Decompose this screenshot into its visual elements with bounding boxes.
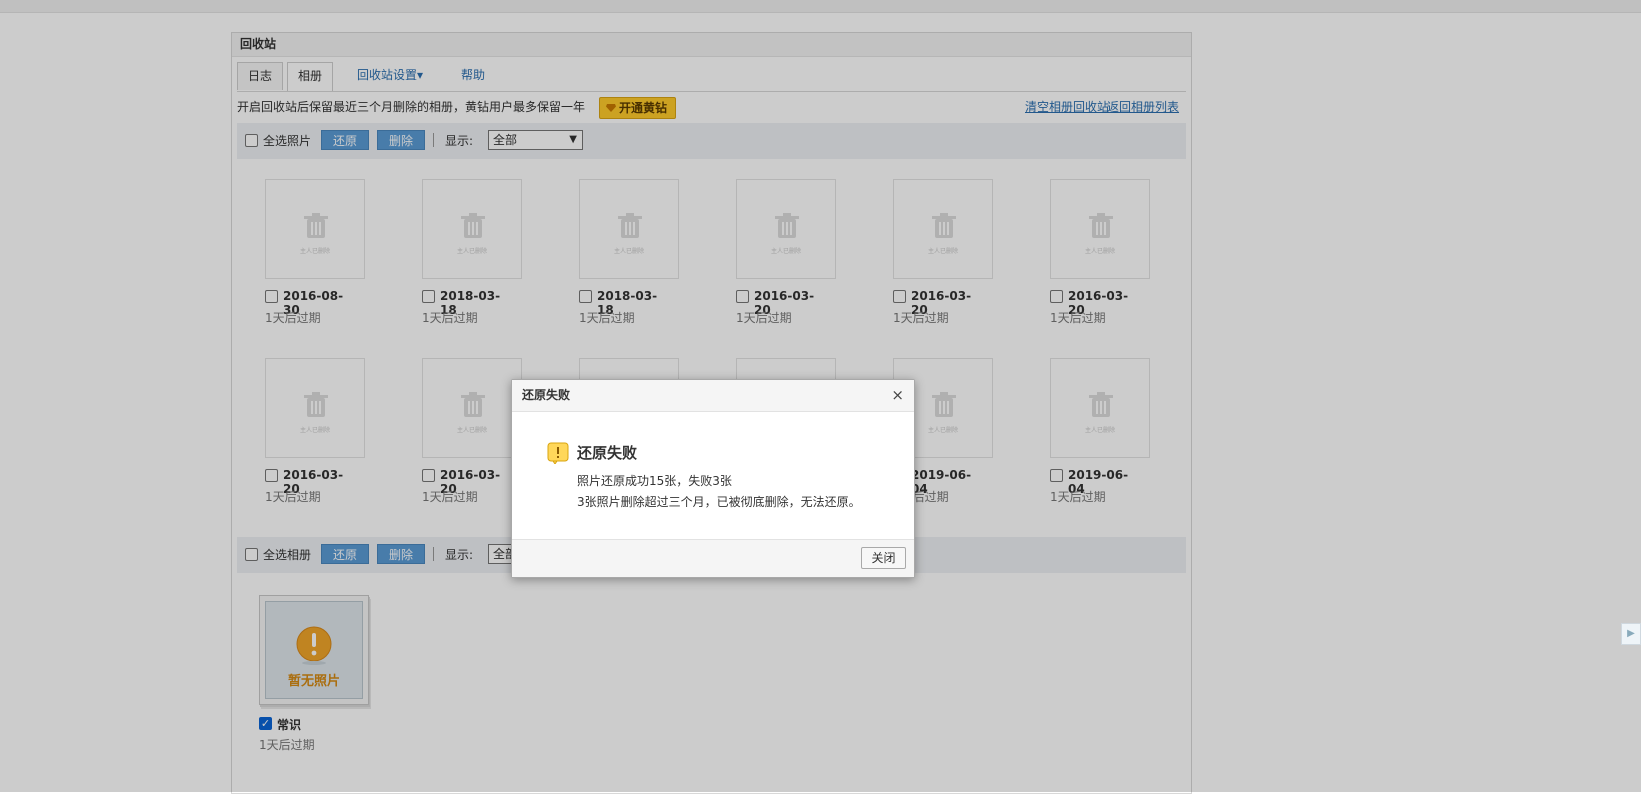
dialog-reason-line: 3张照片删除超过三个月，已被彻底删除，无法还原。 <box>577 495 861 509</box>
close-dialog-button[interactable]: 关闭 <box>861 547 906 569</box>
warning-icon <box>547 442 569 464</box>
dialog-header: 还原失败 <box>512 380 914 412</box>
dialog-footer: 关闭 <box>512 539 914 577</box>
dialog-result-line: 照片还原成功15张，失败3张 <box>577 474 732 488</box>
side-tab[interactable]: ▶ <box>1621 623 1641 645</box>
dialog-title: 还原失败 <box>577 444 638 462</box>
close-icon[interactable]: × <box>891 386 904 404</box>
restore-failed-dialog: 还原失败 × 还原失败 照片还原成功15张，失败3张 3张照片删除超过三个月，已… <box>511 379 915 578</box>
